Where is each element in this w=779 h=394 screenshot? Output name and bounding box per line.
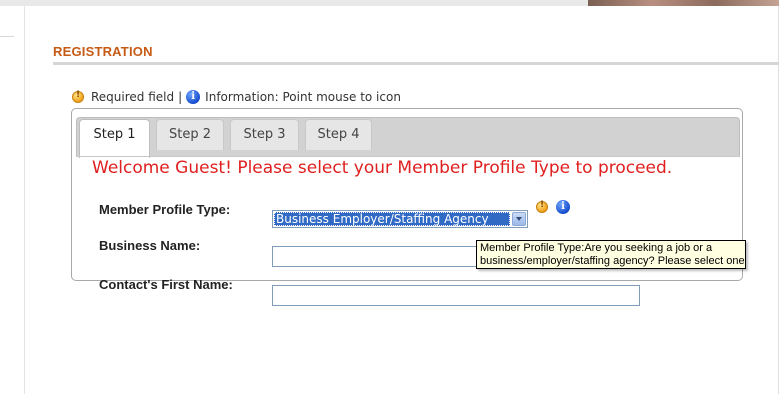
member-profile-type-select[interactable]: Business Employer/Staffing Agency (272, 210, 528, 228)
member-profile-type-value: Business Employer/Staffing Agency (274, 212, 510, 226)
tab-step-3[interactable]: Step 3 (230, 119, 299, 150)
business-name-field[interactable] (272, 246, 482, 267)
business-name-label: Business Name: (99, 238, 201, 253)
required-field-label: Required field (91, 90, 175, 104)
tooltip-line-1: Member Profile Type:Are you seeking a jo… (480, 242, 713, 254)
contact-first-name-field[interactable] (272, 285, 640, 306)
member-profile-type-label: Member Profile Type: (99, 202, 231, 217)
step-tabs: Step 1 Step 2 Step 3 Step 4 (76, 117, 740, 158)
left-nav-divider (0, 36, 14, 37)
info-legend-label: Information: Point mouse to icon (205, 90, 401, 104)
tooltip-line-2: business/employer/staffing agency? Pleas… (480, 255, 746, 267)
info-icon[interactable]: i (556, 200, 570, 214)
legend-separator: | (178, 90, 183, 104)
field-legend: Required field | i Information: Point mo… (72, 90, 401, 104)
required-field-icon (72, 90, 84, 103)
section-divider (53, 62, 779, 65)
tab-step-4[interactable]: Step 4 (305, 119, 372, 150)
info-icon: i (186, 90, 201, 104)
required-field-icon (536, 200, 548, 213)
banner-image-edge (588, 0, 779, 6)
section-title: REGISTRATION (53, 44, 153, 59)
tab-step-1[interactable]: Step 1 (79, 119, 150, 158)
info-tooltip: Member Profile Type:Are you seeking a jo… (476, 240, 746, 269)
welcome-message: Welcome Guest! Please select your Member… (92, 158, 673, 178)
tab-step-2[interactable]: Step 2 (156, 119, 224, 150)
contact-first-name-label: Contact's First Name: (99, 277, 233, 292)
left-column-divider (24, 6, 25, 394)
tab-content-border (76, 156, 740, 157)
chevron-down-icon[interactable] (512, 212, 526, 226)
